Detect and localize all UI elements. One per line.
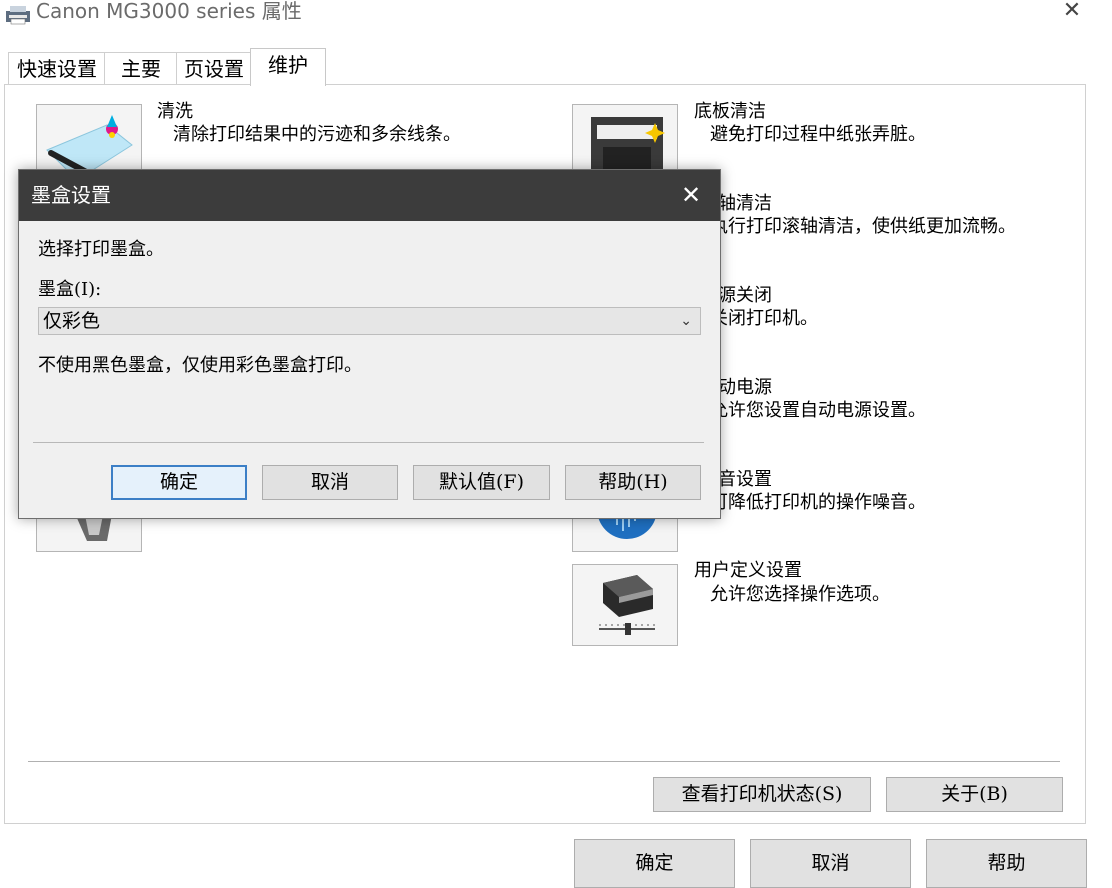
roller-cleaning-title[interactable]: 轴清洁: [718, 193, 772, 215]
auto-power-desc: 允许您设置自动电源设置。: [710, 400, 926, 421]
dialog-defaults-button[interactable]: 默认值(F): [413, 465, 550, 500]
custom-settings-desc: 允许您选择操作选项。: [710, 584, 890, 605]
ink-cartridge-dialog: 墨盒设置 ✕ 选择打印墨盒。 墨盒(I): 仅彩色 ⌄ 不使用黑色墨盒，仅使用彩…: [18, 169, 721, 519]
dialog-title: 墨盒设置: [31, 183, 111, 207]
chevron-down-icon: ⌄: [680, 313, 692, 329]
window-titlebar: Canon MG3000 series 属性 ✕: [0, 0, 1112, 34]
dialog-close-icon[interactable]: ✕: [675, 180, 707, 212]
cleaning-desc: 清除打印结果中的污迹和多余线条。: [173, 124, 461, 145]
cleaning-title[interactable]: 清洗: [157, 101, 193, 123]
tab-page-setup[interactable]: 页设置: [176, 52, 252, 85]
bottom-plate-cleaning-title[interactable]: 底板清洁: [694, 101, 766, 123]
dialog-cancel-button[interactable]: 取消: [262, 465, 398, 500]
help-button[interactable]: 帮助: [926, 839, 1087, 888]
cancel-button[interactable]: 取消: [750, 839, 911, 888]
roller-cleaning-desc: 执行打印滚轴清洁，使供纸更加流畅。: [710, 216, 1016, 237]
cartridge-description: 不使用黑色墨盒，仅使用彩色墨盒打印。: [38, 355, 362, 376]
tab-main[interactable]: 主要: [104, 52, 178, 85]
printer-app-icon: [6, 6, 30, 25]
bottom-plate-cleaning-desc: 避免打印过程中纸张弄脏。: [710, 124, 926, 145]
quiet-settings-desc: 可降低打印机的操作噪音。: [710, 492, 926, 513]
cartridge-field-label: 墨盒(I):: [38, 279, 102, 300]
panel-divider: [28, 761, 1060, 762]
tab-maintenance[interactable]: 维护: [250, 48, 326, 86]
about-button[interactable]: 关于(B): [886, 777, 1063, 812]
dialog-instruction: 选择打印墨盒。: [38, 239, 164, 260]
view-printer-status-button[interactable]: 查看打印机状态(S): [653, 777, 871, 812]
tab-quick-setup[interactable]: 快速设置: [8, 52, 106, 85]
window-title: Canon MG3000 series 属性: [36, 0, 302, 23]
dialog-separator: [33, 442, 704, 443]
auto-power-title[interactable]: 动电源: [718, 377, 772, 399]
dialog-help-button[interactable]: 帮助(H): [565, 465, 701, 500]
cartridge-select-value: 仅彩色: [43, 310, 101, 332]
ok-button[interactable]: 确定: [574, 839, 735, 888]
custom-settings-icon[interactable]: [572, 564, 678, 646]
dialog-titlebar: 墨盒设置 ✕: [19, 170, 720, 221]
cartridge-select[interactable]: 仅彩色 ⌄: [38, 307, 701, 335]
dialog-ok-button[interactable]: 确定: [111, 465, 247, 500]
power-off-desc: 关闭打印机。: [710, 308, 818, 329]
power-off-title[interactable]: 源关闭: [718, 285, 772, 307]
custom-settings-title[interactable]: 用户定义设置: [694, 560, 802, 582]
quiet-settings-title[interactable]: 音设置: [718, 469, 772, 491]
window-close-icon[interactable]: ✕: [1058, 0, 1086, 26]
